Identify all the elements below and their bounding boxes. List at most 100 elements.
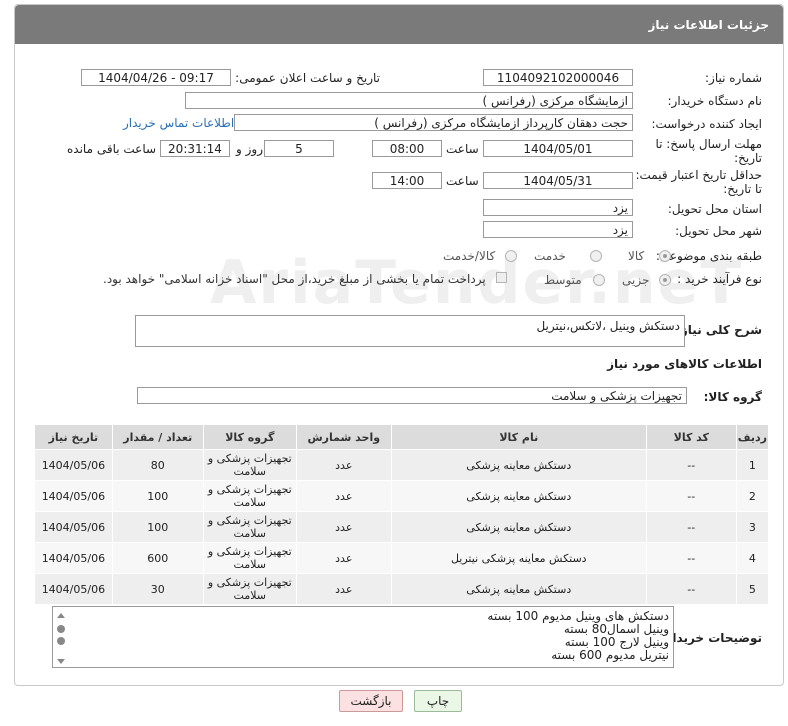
cell-goods-group: تجهیزات پزشکی و سلامت — [202, 542, 297, 574]
scroll-thumb-icon — [57, 637, 65, 645]
cell-goods-code: -- — [645, 573, 737, 605]
hours-left-label: ساعت باقی مانده — [67, 142, 157, 156]
buyer-notes-text: دستکش های وینیل مدیوم 100 بسته وینیل اسم… — [487, 610, 669, 662]
cell-row-number: 1 — [735, 449, 770, 481]
buyer-org-field[interactable]: ازمایشگاه مرکزی (رفرانس ) — [185, 92, 633, 109]
col-goods-code: کد کالا — [645, 424, 737, 450]
back-button[interactable]: بازگشت — [339, 690, 403, 712]
col-need-date: تاریخ نیاز — [34, 424, 113, 450]
table-row: 5 -- دستکش معاینه پزشکی عدد تجهیزات پزشک… — [34, 573, 770, 605]
cell-quantity: 100 — [111, 480, 204, 512]
payment-note: پرداخت تمام یا بخشی از مبلغ خرید،از محل … — [103, 272, 486, 286]
goods-table: ردیف کد کالا نام کالا واحد شمارش گروه کا… — [34, 424, 770, 605]
notes-scrollbar[interactable] — [56, 611, 66, 667]
requester-field[interactable]: حجت دهقان کارپرداز ازمایشگاه مرکزی (رفرا… — [234, 114, 633, 131]
cell-goods-group: تجهیزات پزشکی و سلامت — [202, 511, 297, 543]
delivery-province-label: استان محل تحویل: — [667, 202, 762, 216]
scroll-down-icon — [57, 659, 65, 664]
category-label: طبقه بندی موضوعی: — [655, 249, 762, 263]
cell-row-number: 5 — [735, 573, 770, 605]
deadline-hour-label: ساعت — [446, 142, 479, 156]
table-row: 3 -- دستکش معاینه پزشکی عدد تجهیزات پزشک… — [34, 511, 770, 543]
need-number-label: شماره نیاز: — [705, 71, 762, 85]
process-type-label: نوع فرآیند خرید : — [677, 272, 762, 286]
cell-goods-name: دستکش معاینه پزشکی — [390, 573, 647, 605]
cell-row-number: 4 — [735, 542, 770, 574]
deadline-label: مهلت ارسال پاسخ: تا تاریخ: — [655, 137, 762, 165]
table-header-row: ردیف کد کالا نام کالا واحد شمارش گروه کا… — [34, 424, 770, 450]
buyer-org-label: نام دستگاه خریدار: — [667, 94, 763, 108]
cell-goods-code: -- — [645, 480, 737, 512]
col-goods-group: گروه کالا — [202, 424, 297, 450]
cell-unit: عدد — [295, 480, 392, 512]
cell-need-date: 1404/05/06 — [34, 573, 113, 605]
goods-group-label: گروه کالا: — [703, 390, 762, 404]
scroll-thumb-icon — [57, 625, 65, 633]
validity-date-field[interactable]: 1404/05/31 — [483, 172, 633, 189]
cell-need-date: 1404/05/06 — [34, 480, 113, 512]
cell-need-date: 1404/05/06 — [34, 542, 113, 574]
cell-need-date: 1404/05/06 — [34, 511, 113, 543]
category-radio-goods[interactable] — [659, 250, 671, 262]
cell-goods-code: -- — [645, 542, 737, 574]
delivery-city-field[interactable]: یزد — [483, 221, 633, 238]
col-row-number: ردیف — [735, 424, 770, 450]
cell-unit: عدد — [295, 542, 392, 574]
process-radio-partial[interactable] — [659, 274, 671, 286]
notes-line: نیتریل مدیوم 600 بسته — [551, 648, 669, 662]
cell-unit: عدد — [295, 573, 392, 605]
cell-goods-code: -- — [645, 511, 737, 543]
cell-unit: عدد — [295, 511, 392, 543]
description-field[interactable]: دستکش وینیل ،لاتکس،نیتریل — [135, 315, 685, 347]
days-field[interactable]: 5 — [264, 140, 334, 157]
buyer-notes-label: توضیحات خریدار: — [660, 631, 762, 645]
validity-time-field[interactable]: 14:00 — [372, 172, 442, 189]
cell-row-number: 3 — [735, 511, 770, 543]
panel-title: جزئیات اطلاعات نیاز — [648, 18, 769, 32]
remaining-time-field[interactable]: 20:31:14 — [160, 140, 230, 157]
scroll-up-icon — [57, 613, 65, 618]
cell-goods-group: تجهیزات پزشکی و سلامت — [202, 480, 297, 512]
cell-goods-name: دستکش معاینه پزشکی — [390, 511, 647, 543]
buyer-notes-field[interactable]: دستکش های وینیل مدیوم 100 بسته وینیل اسم… — [52, 606, 674, 668]
table-row: 2 -- دستکش معاینه پزشکی عدد تجهیزات پزشک… — [34, 480, 770, 512]
cell-quantity: 30 — [111, 573, 204, 605]
validity-label: حداقل تاریخ اعتبار قیمت: تا تاریخ: — [635, 168, 762, 196]
days-label: روز و — [236, 142, 263, 156]
cell-quantity: 600 — [111, 542, 204, 574]
goods-group-field[interactable]: تجهیزات پزشکی و سلامت — [137, 387, 687, 404]
buyer-contact-link[interactable]: اطلاعات تماس خریدار — [123, 116, 234, 130]
announce-datetime-field[interactable]: 1404/04/26 - 09:17 — [81, 69, 231, 86]
delivery-city-label: شهر محل تحویل: — [675, 224, 762, 238]
validity-hour-label: ساعت — [446, 174, 479, 188]
panel-header: جزئیات اطلاعات نیاز — [15, 5, 783, 44]
category-goods-service-label: کالا/خدمت — [443, 249, 496, 263]
description-label: شرح کلی نیاز: — [676, 323, 762, 337]
cell-goods-group: تجهیزات پزشکی و سلامت — [202, 573, 297, 605]
deadline-date-field[interactable]: 1404/05/01 — [483, 140, 633, 157]
cell-goods-name: دستکش معاینه پزشکی — [390, 449, 647, 481]
cell-quantity: 100 — [111, 511, 204, 543]
col-goods-name: نام کالا — [390, 424, 647, 450]
announce-datetime-label: تاریخ و ساعت اعلان عمومی: — [235, 71, 380, 85]
goods-info-heading: اطلاعات کالاهای مورد نیاز — [607, 357, 762, 371]
category-service-label: خدمت — [534, 249, 566, 263]
category-radio-goods-service[interactable] — [505, 250, 517, 262]
table-row: 1 -- دستکش معاینه پزشکی عدد تجهیزات پزشک… — [34, 449, 770, 481]
process-radio-medium[interactable] — [593, 274, 605, 286]
delivery-province-field[interactable]: یزد — [483, 199, 633, 216]
col-quantity: تعداد / مقدار — [111, 424, 204, 450]
cell-need-date: 1404/05/06 — [34, 449, 113, 481]
deadline-time-field[interactable]: 08:00 — [372, 140, 442, 157]
cell-goods-code: -- — [645, 449, 737, 481]
cell-goods-name: دستکش معاینه پزشکی — [390, 480, 647, 512]
need-number-field[interactable]: 1104092102000046 — [483, 69, 633, 86]
col-unit: واحد شمارش — [295, 424, 392, 450]
cell-goods-name: دستکش معاینه پزشکی نیتریل — [390, 542, 647, 574]
payment-checkbox[interactable] — [496, 272, 507, 283]
process-partial-label: جزیی — [622, 273, 650, 287]
print-button[interactable]: چاپ — [414, 690, 462, 712]
process-medium-label: متوسط — [544, 273, 582, 287]
cell-quantity: 80 — [111, 449, 204, 481]
category-radio-service[interactable] — [590, 250, 602, 262]
